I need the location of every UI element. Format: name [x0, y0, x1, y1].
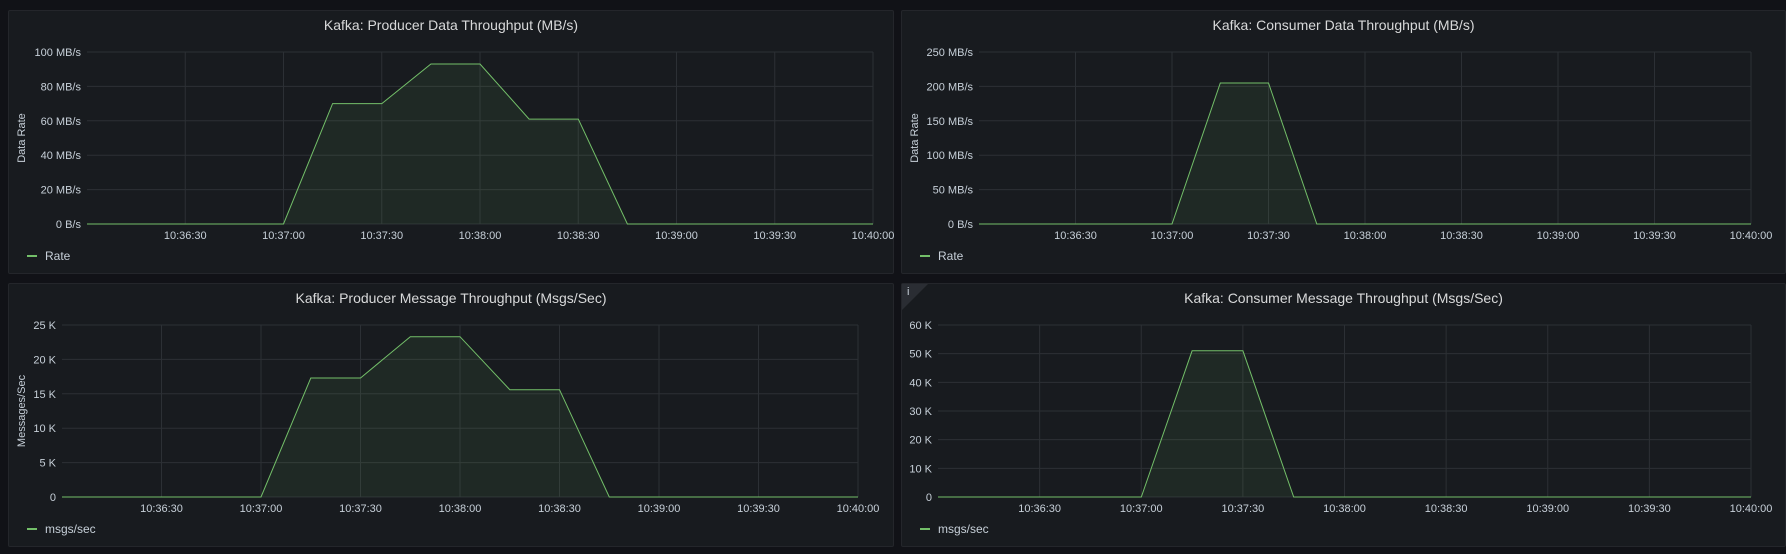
- producer-data-throughput-panel[interactable]: Kafka: Producer Data Throughput (MB/s) 0…: [8, 10, 894, 274]
- x-tick-label: 10:38:00: [439, 503, 482, 515]
- series-area: [62, 336, 858, 497]
- x-tick-label: 10:39:30: [753, 230, 796, 242]
- y-tick-label: 60 K: [909, 320, 932, 332]
- legend-swatch: [920, 255, 930, 257]
- x-tick-label: 10:37:30: [360, 230, 403, 242]
- legend-label: Rate: [938, 249, 964, 263]
- x-tick-label: 10:38:30: [1440, 230, 1483, 242]
- y-tick-label: 50 MB/s: [933, 185, 974, 197]
- legend-swatch: [27, 255, 37, 257]
- y-tick-label: 50 K: [909, 349, 932, 361]
- x-tick-label: 10:37:00: [240, 503, 283, 515]
- x-tick-label: 10:37:30: [339, 503, 382, 515]
- legend-label: msgs/sec: [938, 522, 989, 536]
- y-tick-label: 10 K: [909, 463, 932, 475]
- y-tick-label: 0: [50, 492, 56, 504]
- y-axis-label: Data Rate: [16, 113, 28, 163]
- legend-label: Rate: [45, 249, 71, 263]
- legend-swatch: [920, 528, 930, 530]
- x-tick-label: 10:37:30: [1221, 503, 1264, 515]
- consumer-data-throughput-chart[interactable]: 0 B/s 50 MB/s 100 MB/s 150 MB/s 200 MB/s 250 …: [902, 11, 1786, 275]
- y-axis-label: Messages/Sec: [16, 374, 28, 447]
- legend[interactable]: Rate: [920, 249, 963, 263]
- x-tick-label: 10:39:00: [655, 230, 698, 242]
- consumer-message-throughput-panel[interactable]: i Kafka: Consumer Message Throughput (Ms…: [901, 283, 1786, 547]
- legend-swatch: [27, 528, 37, 530]
- consumer-message-throughput-chart[interactable]: 0 10 K 20 K 30 K 40 K 50 K 60 K 10:36:30 10:37:0…: [902, 284, 1786, 548]
- y-tick-label: 5 K: [39, 458, 56, 470]
- y-tick-label: 250 MB/s: [927, 47, 974, 59]
- x-tick-label: 10:38:00: [1323, 503, 1366, 515]
- x-tick-label: 10:36:30: [164, 230, 207, 242]
- x-tick-label: 10:40:00: [852, 230, 895, 242]
- y-tick-label: 0: [926, 492, 932, 504]
- producer-message-throughput-panel[interactable]: Kafka: Producer Message Throughput (Msgs…: [8, 283, 894, 547]
- y-tick-label: 25 K: [33, 320, 56, 332]
- y-tick-label: 10 K: [33, 423, 56, 435]
- x-tick-label: 10:37:00: [1151, 230, 1194, 242]
- legend[interactable]: msgs/sec: [27, 522, 96, 536]
- y-axis-label: Data Rate: [909, 113, 921, 163]
- x-tick-label: 10:39:30: [1633, 230, 1676, 242]
- legend-label: msgs/sec: [45, 522, 96, 536]
- legend[interactable]: msgs/sec: [920, 522, 989, 536]
- consumer-data-throughput-panel[interactable]: Kafka: Consumer Data Throughput (MB/s) 0…: [901, 10, 1786, 274]
- y-tick-label: 0 B/s: [948, 219, 974, 231]
- x-tick-label: 10:38:00: [459, 230, 502, 242]
- x-tick-label: 10:38:00: [1344, 230, 1387, 242]
- y-tick-label: 80 MB/s: [41, 81, 82, 93]
- x-tick-label: 10:37:00: [1120, 503, 1163, 515]
- y-tick-label: 150 MB/s: [927, 116, 974, 128]
- legend[interactable]: Rate: [27, 249, 70, 263]
- y-tick-label: 200 MB/s: [927, 81, 974, 93]
- y-tick-label: 30 K: [909, 406, 932, 418]
- x-tick-label: 10:36:30: [140, 503, 183, 515]
- y-tick-label: 20 K: [909, 435, 932, 447]
- x-tick-label: 10:36:30: [1054, 230, 1097, 242]
- x-tick-label: 10:39:30: [737, 503, 780, 515]
- x-tick-label: 10:37:00: [262, 230, 305, 242]
- x-tick-label: 10:38:30: [538, 503, 581, 515]
- y-tick-label: 20 K: [33, 354, 56, 366]
- x-tick-label: 10:39:00: [1537, 230, 1580, 242]
- x-tick-label: 10:36:30: [1018, 503, 1061, 515]
- y-tick-label: 100 MB/s: [35, 47, 82, 59]
- x-tick-label: 10:38:30: [1425, 503, 1468, 515]
- producer-message-throughput-chart[interactable]: 0 5 K 10 K 15 K 20 K 25 K 10:36:30 10:37:00 10:3…: [9, 284, 895, 548]
- y-tick-label: 15 K: [33, 389, 56, 401]
- y-tick-label: 100 MB/s: [927, 150, 974, 162]
- x-tick-label: 10:40:00: [1730, 230, 1773, 242]
- x-tick-label: 10:39:00: [638, 503, 681, 515]
- producer-data-throughput-chart[interactable]: 0 B/s 20 MB/s 40 MB/s 60 MB/s 80 MB/s 100 MB/…: [9, 11, 895, 275]
- y-tick-label: 20 MB/s: [41, 185, 82, 197]
- x-tick-label: 10:37:30: [1247, 230, 1290, 242]
- x-tick-label: 10:39:00: [1526, 503, 1569, 515]
- series-area: [87, 64, 873, 224]
- x-tick-label: 10:39:30: [1628, 503, 1671, 515]
- y-tick-label: 40 MB/s: [41, 150, 82, 162]
- y-tick-label: 60 MB/s: [41, 116, 82, 128]
- y-tick-label: 40 K: [909, 377, 932, 389]
- y-tick-label: 0 B/s: [56, 219, 82, 231]
- x-tick-label: 10:40:00: [837, 503, 880, 515]
- x-tick-label: 10:40:00: [1730, 503, 1773, 515]
- x-tick-label: 10:38:30: [557, 230, 600, 242]
